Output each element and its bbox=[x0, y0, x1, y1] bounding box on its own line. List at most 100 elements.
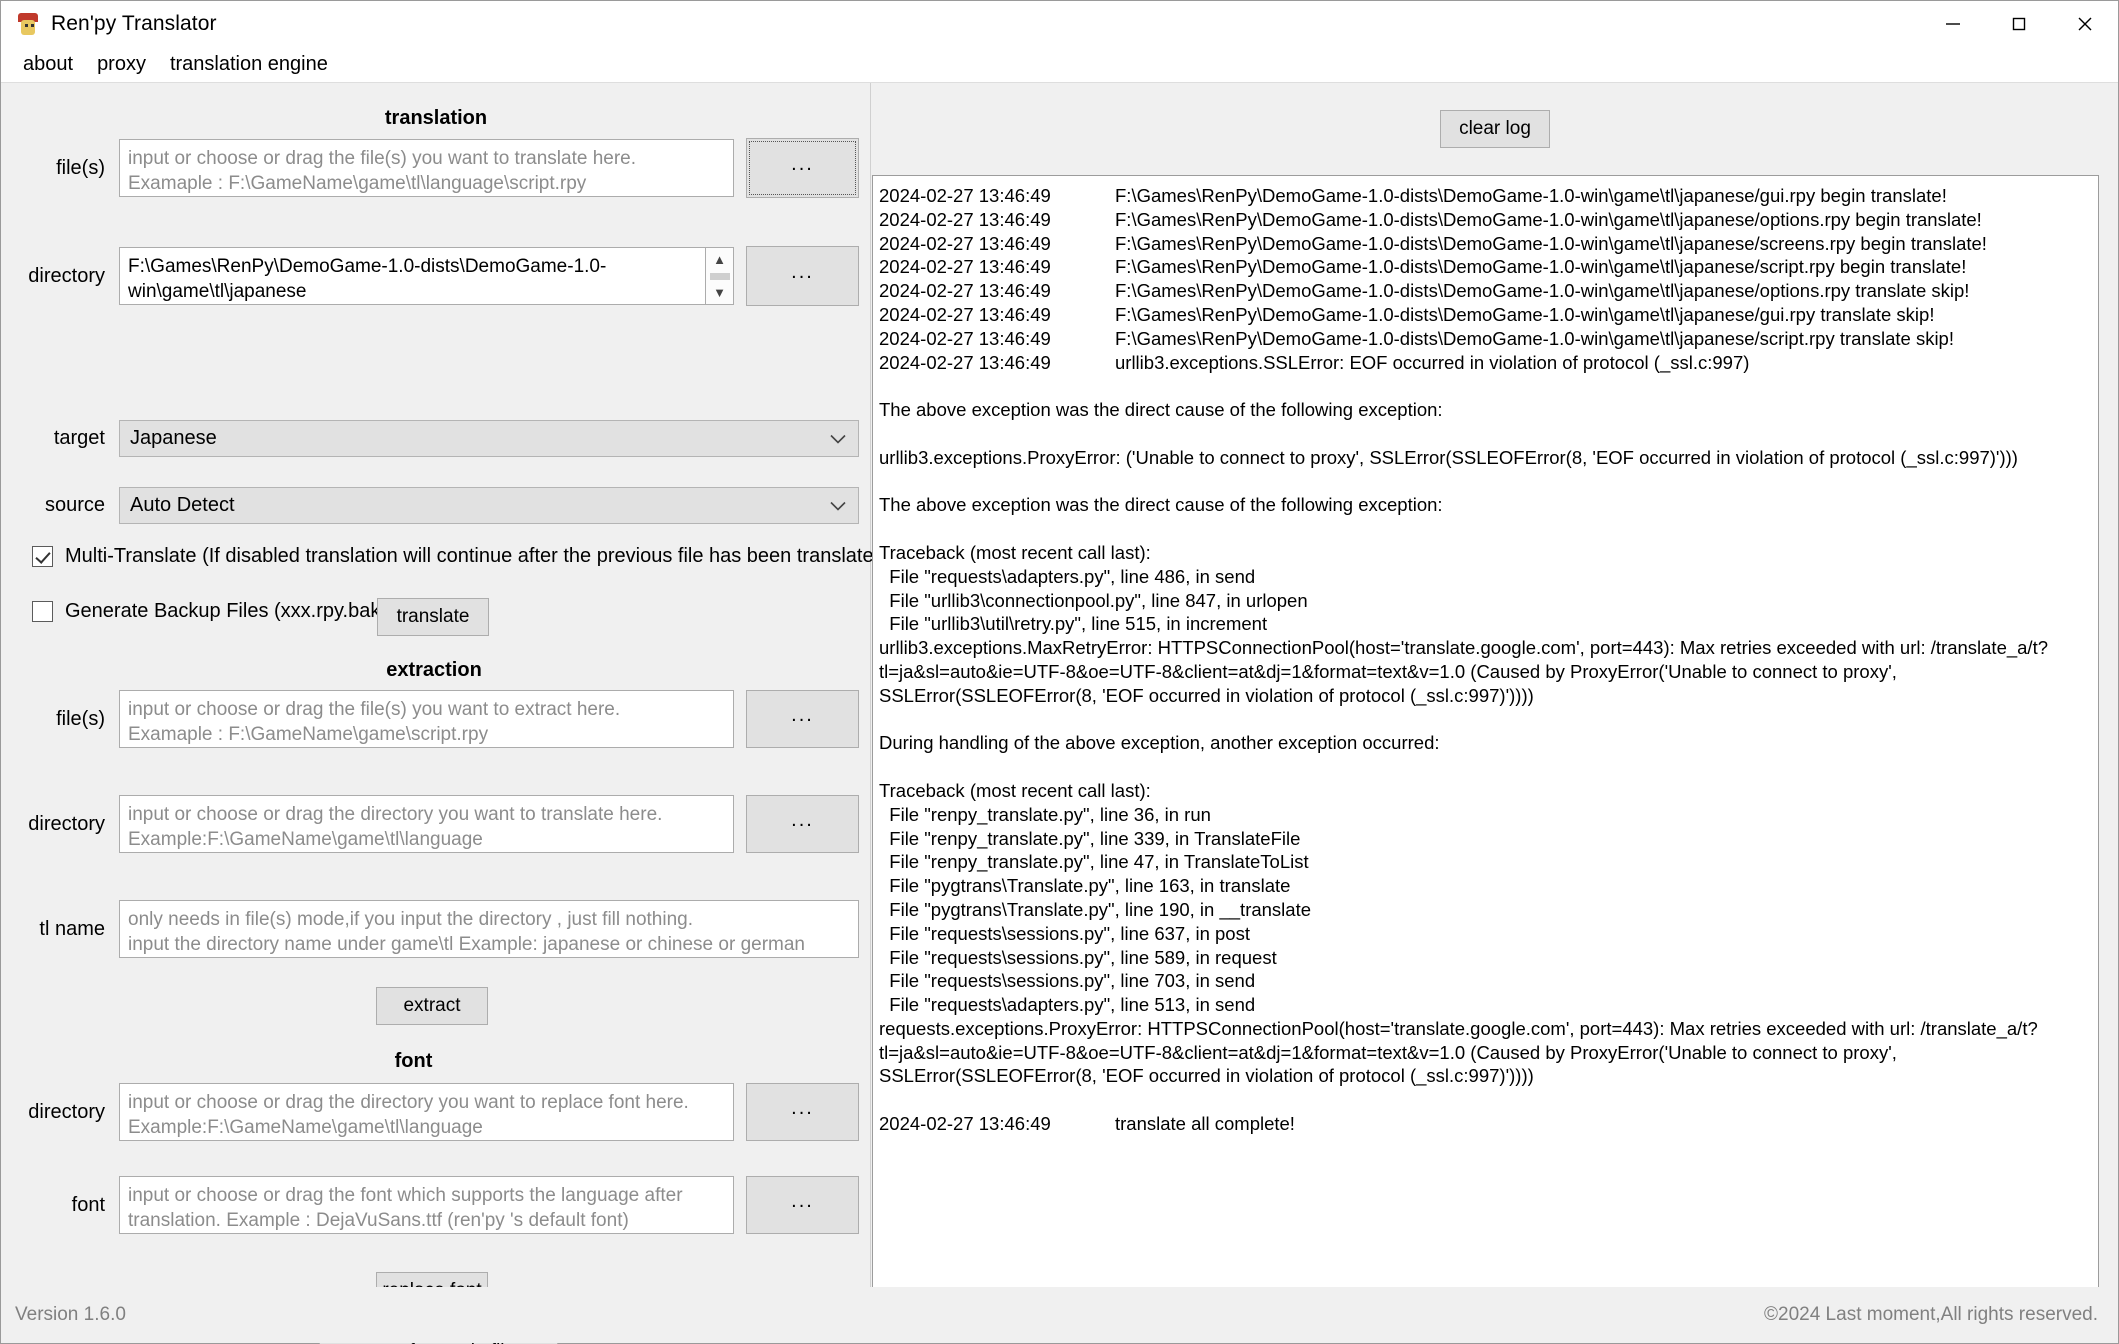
log-message: File "requests\sessions.py", line 703, i… bbox=[879, 970, 1256, 992]
log-entry: 2024-02-27 13:46:49 F:\Games\RenPy\DemoGa… bbox=[879, 255, 2094, 279]
log-message: File "requests\adapters.py", line 513, i… bbox=[879, 994, 1256, 1016]
ellipsis-icon: ... bbox=[791, 260, 814, 283]
log-output[interactable]: 2024-02-27 13:46:49 F:\Games\RenPy\DemoGa… bbox=[872, 175, 2099, 1313]
extraction-directory-input[interactable]: input or choose or drag the directory yo… bbox=[119, 795, 734, 853]
app-icon bbox=[15, 11, 41, 37]
log-message: File "requests\adapters.py", line 486, i… bbox=[879, 565, 1256, 587]
status-bar: Version 1.6.0 ©2024 Last moment,All righ… bbox=[1, 1287, 2118, 1343]
maximize-icon[interactable] bbox=[1986, 1, 2052, 46]
font-section-title: font bbox=[394, 1050, 433, 1072]
main-body: translation file(s) input or choose or d… bbox=[1, 83, 2118, 1344]
chevron-down-icon[interactable]: ▼ bbox=[713, 286, 726, 299]
translation-directory-input[interactable]: F:\Games\RenPy\DemoGame-1.0-dists\DemoGa… bbox=[119, 247, 706, 305]
log-message: File "pygtrans\Translate.py", line 163, … bbox=[879, 875, 1291, 897]
translation-source-select[interactable]: Auto Detect bbox=[119, 487, 859, 524]
extraction-directory-row: directory input or choose or drag the di… bbox=[1, 795, 871, 853]
log-spacer bbox=[879, 517, 2094, 541]
translation-files-input[interactable]: input or choose or drag the file(s) you … bbox=[119, 139, 734, 197]
ellipsis-icon: ... bbox=[791, 1096, 814, 1119]
log-message: F:\Games\RenPy\DemoGame-1.0-dists\DemoGa… bbox=[1115, 303, 1935, 325]
generate-backup-checkbox[interactable] bbox=[32, 601, 53, 622]
font-directory-browse-button[interactable]: ... bbox=[746, 1083, 859, 1141]
translation-section-title: translation bbox=[384, 107, 488, 129]
log-entry: 2024-02-27 13:46:49 translate all complet… bbox=[879, 1112, 2094, 1136]
spinner-grip bbox=[709, 272, 730, 280]
log-timestamp: 2024-02-27 13:46:49 bbox=[879, 327, 1051, 349]
translation-source-label: source bbox=[44, 494, 105, 516]
close-icon[interactable] bbox=[2052, 1, 2118, 46]
chevron-down-icon bbox=[830, 427, 846, 450]
menu-item-proxy[interactable]: proxy bbox=[87, 51, 156, 78]
log-entry: 2024-02-27 13:46:49 urllib3.exceptions.SS… bbox=[879, 351, 2094, 375]
log-timestamp: 2024-02-27 13:46:49 bbox=[879, 303, 1051, 325]
translation-source-value: Auto Detect bbox=[130, 494, 235, 516]
translation-directory-browse-button[interactable]: ... bbox=[746, 246, 859, 306]
ellipsis-icon: ... bbox=[791, 1189, 814, 1212]
chevron-up-icon[interactable]: ▲ bbox=[713, 253, 726, 266]
log-message: File "urllib3\connectionpool.py", line 8… bbox=[879, 589, 1308, 611]
log-timestamp: 2024-02-27 13:46:49 bbox=[879, 232, 1051, 254]
log-entry: 2024-02-27 13:46:49 F:\Games\RenPy\DemoGa… bbox=[879, 279, 2094, 303]
log-message: Traceback (most recent call last): bbox=[879, 779, 1151, 801]
log-message: During handling of the above exception, … bbox=[879, 732, 1440, 754]
font-file-input[interactable]: input or choose or drag the font which s… bbox=[119, 1176, 734, 1234]
extraction-files-input[interactable]: input or choose or drag the file(s) you … bbox=[119, 690, 734, 748]
left-form-pane: translation file(s) input or choose or d… bbox=[1, 83, 891, 1344]
translation-files-row: file(s) input or choose or drag the file… bbox=[1, 138, 871, 198]
extraction-files-browse-button[interactable]: ... bbox=[746, 690, 859, 748]
extraction-directory-browse-button[interactable]: ... bbox=[746, 795, 859, 853]
log-message: F:\Games\RenPy\DemoGame-1.0-dists\DemoGa… bbox=[1115, 327, 1954, 349]
log-message: urllib3.exceptions.MaxRetryError: HTTPSC… bbox=[879, 637, 2049, 706]
log-message: F:\Games\RenPy\DemoGame-1.0-dists\DemoGa… bbox=[1115, 280, 1970, 302]
log-message: File "pygtrans\Translate.py", line 190, … bbox=[879, 898, 1312, 920]
log-message: F:\Games\RenPy\DemoGame-1.0-dists\DemoGa… bbox=[1115, 232, 1987, 254]
log-message: The above exception was the direct cause… bbox=[879, 399, 1443, 421]
translate-button[interactable]: translate bbox=[377, 598, 489, 636]
log-spacer bbox=[879, 470, 2094, 494]
ellipsis-icon: ... bbox=[791, 703, 814, 726]
log-message: File "requests\sessions.py", line 589, i… bbox=[879, 946, 1277, 968]
version-label: Version 1.6.0 bbox=[15, 1304, 126, 1325]
multi-translate-checkbox[interactable] bbox=[32, 546, 53, 567]
menu-item-about[interactable]: about bbox=[13, 51, 83, 78]
log-message: urllib3.exceptions.SSLError: EOF occurre… bbox=[1115, 351, 1750, 373]
extraction-directory-label: directory bbox=[28, 812, 105, 835]
log-timestamp: 2024-02-27 13:46:49 bbox=[879, 351, 1051, 373]
log-entry: 2024-02-27 13:46:49 F:\Games\RenPy\DemoGa… bbox=[879, 327, 2094, 351]
log-message: File "urllib3\util\retry.py", line 515, … bbox=[879, 613, 1268, 635]
log-message: requests.exceptions.ProxyError: HTTPSCon… bbox=[879, 1017, 2038, 1087]
log-message: F:\Games\RenPy\DemoGame-1.0-dists\DemoGa… bbox=[1115, 256, 1967, 278]
extraction-files-label: file(s) bbox=[56, 707, 105, 730]
font-file-browse-button[interactable]: ... bbox=[746, 1176, 859, 1234]
clear-log-button[interactable]: clear log bbox=[1440, 110, 1550, 148]
translation-directory-row: directory F:\Games\RenPy\DemoGame-1.0-di… bbox=[1, 246, 871, 306]
log-timestamp: 2024-02-27 13:46:49 bbox=[879, 208, 1051, 230]
font-file-row: font input or choose or drag the font wh… bbox=[1, 1176, 871, 1234]
log-spacer bbox=[879, 1088, 2094, 1112]
log-message: Traceback (most recent call last): bbox=[879, 541, 1151, 563]
log-message: File "renpy_translate.py", line 47, in T… bbox=[879, 851, 1309, 873]
chevron-down-icon bbox=[830, 494, 846, 517]
font-directory-input[interactable]: input or choose or drag the directory yo… bbox=[119, 1083, 734, 1141]
translation-target-select[interactable]: Japanese bbox=[119, 420, 859, 457]
ellipsis-icon: ... bbox=[791, 808, 814, 831]
title-bar: Ren'py Translator bbox=[1, 1, 2118, 46]
ellipsis-icon: ... bbox=[791, 152, 814, 175]
log-message: urllib3.exceptions.ProxyError: ('Unable … bbox=[879, 446, 2018, 468]
extraction-tlname-input[interactable]: only needs in file(s) mode,if you input … bbox=[119, 900, 859, 958]
log-message: The above exception was the direct cause… bbox=[879, 494, 1443, 516]
menu-item-translation-engine[interactable]: translation engine bbox=[160, 51, 338, 78]
log-spacer bbox=[879, 374, 2094, 398]
translation-files-browse-button[interactable]: ... bbox=[746, 138, 859, 198]
generate-backup-checkbox-row[interactable]: Generate Backup Files (xxx.rpy.bak) bbox=[32, 600, 387, 623]
multi-translate-checkbox-row[interactable]: Multi-Translate (If disabled translation… bbox=[32, 545, 891, 568]
translation-directory-spinner[interactable]: ▲ ▼ bbox=[706, 247, 734, 305]
log-spacer bbox=[879, 422, 2094, 446]
translation-directory-label: directory bbox=[28, 264, 105, 287]
extract-button[interactable]: extract bbox=[376, 987, 488, 1025]
menu-bar: about proxy translation engine bbox=[1, 46, 2118, 83]
log-message: File "renpy_translate.py", line 36, in r… bbox=[879, 803, 1211, 825]
minimize-icon[interactable] bbox=[1920, 1, 1986, 46]
font-directory-label: directory bbox=[28, 1100, 105, 1123]
window-title: Ren'py Translator bbox=[51, 11, 217, 35]
